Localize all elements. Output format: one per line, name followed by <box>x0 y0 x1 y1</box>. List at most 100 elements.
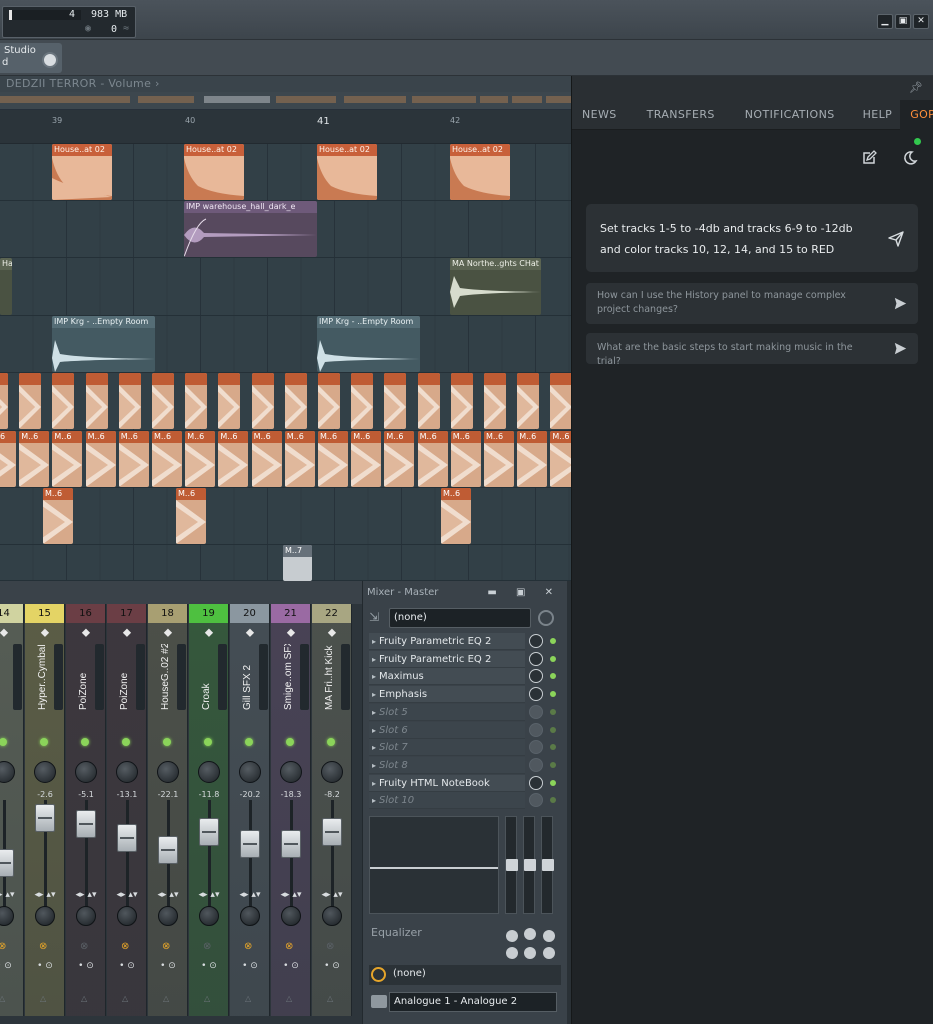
effect-slot[interactable]: Fruity Parametric EQ 2 <box>369 633 561 650</box>
pan-knob[interactable] <box>280 761 302 783</box>
send-icon[interactable] <box>888 231 904 247</box>
record-lamp-icon[interactable]: ⊗ <box>162 941 170 952</box>
effect-slot[interactable]: Slot 6 <box>369 721 561 739</box>
stereo-knob[interactable] <box>117 906 137 926</box>
pan-knob[interactable] <box>198 761 220 783</box>
effect-slot[interactable]: Fruity HTML NoteBook <box>369 774 561 792</box>
stereo-knob[interactable] <box>35 906 55 926</box>
phase-buttons[interactable]: • ⊙ <box>316 961 348 971</box>
mix-knob[interactable] <box>529 775 543 790</box>
mute-led[interactable] <box>245 738 253 746</box>
move-icon[interactable]: ⬥ <box>0 625 22 639</box>
tab-notifications[interactable]: NOTIFICATIONS <box>727 100 847 130</box>
stereo-knob[interactable] <box>0 906 14 926</box>
mixer-strip[interactable]: 21 ⬥ Smige..om SFX -18.3 ◂▸ ▴▾ ⊗ • ⊙ △ <box>271 604 311 1016</box>
suggestion-card[interactable]: How can I use the History panel to manag… <box>586 283 918 324</box>
mix-knob[interactable] <box>529 757 543 772</box>
phase-buttons[interactable]: • ⊙ <box>152 961 184 971</box>
volume-fader[interactable] <box>117 824 137 852</box>
volume-fader[interactable] <box>35 804 55 832</box>
pan-knob[interactable] <box>0 761 15 783</box>
mute-led[interactable] <box>327 738 335 746</box>
audio-clip[interactable] <box>118 373 141 429</box>
audio-clip[interactable] <box>284 373 307 429</box>
audio-clip[interactable] <box>52 373 75 429</box>
pan-knob[interactable] <box>116 761 138 783</box>
route-arrows[interactable]: ◂▸ ▴▾ <box>275 890 307 900</box>
stereo-knob[interactable] <box>199 906 219 926</box>
new-chat-icon[interactable] <box>861 150 877 166</box>
record-lamp-icon[interactable]: ⊗ <box>285 941 293 952</box>
audio-clip[interactable]: M..6 <box>517 431 548 487</box>
move-icon[interactable]: ⬥ <box>273 625 309 639</box>
audio-clip[interactable] <box>484 373 506 429</box>
mix-knob[interactable] <box>529 793 543 808</box>
record-lamp-icon[interactable]: ⊗ <box>80 941 88 952</box>
tab-gopher[interactable]: GOPHER <box>900 100 933 130</box>
audio-clip[interactable]: M..6 <box>450 431 481 487</box>
playlist-tracks[interactable]: House..at 02 House..at 02 House..at 02 H… <box>0 144 571 581</box>
route-arrows[interactable]: ◂▸ ▴▾ <box>316 890 348 900</box>
eq-high-fader[interactable] <box>541 816 554 914</box>
audio-clip[interactable]: M..6 <box>484 431 514 487</box>
move-icon[interactable]: ⬥ <box>68 625 104 639</box>
send-triangle-icon[interactable]: △ <box>40 994 46 1003</box>
audio-clip[interactable] <box>0 373 8 429</box>
mixer-strip[interactable]: 16 ⬥ PoiZone -5.1 ◂▸ ▴▾ ⊗ • ⊙ △ <box>66 604 106 1016</box>
output-select[interactable]: Analogue 1 - Analogue 2 <box>389 992 557 1012</box>
mix-knob[interactable] <box>529 740 543 755</box>
audio-clip[interactable] <box>19 373 42 429</box>
audio-clip[interactable]: M..6 <box>218 431 249 487</box>
route-arrows[interactable]: ◂▸ ▴▾ <box>234 890 266 900</box>
audio-clip[interactable]: M..6 <box>417 431 448 487</box>
effect-slot[interactable]: Maximus <box>369 668 561 686</box>
mute-led[interactable] <box>40 738 48 746</box>
eq-low-fader[interactable] <box>505 816 518 914</box>
route-arrows[interactable]: ◂▸ ▴▾ <box>193 890 225 900</box>
audio-clip[interactable]: House..at 02 <box>184 144 244 200</box>
route-arrows[interactable]: ◂▸ ▴▾ <box>29 890 61 900</box>
audio-clip[interactable] <box>85 373 108 429</box>
audio-clip[interactable] <box>318 373 340 429</box>
stereo-knob[interactable] <box>76 906 96 926</box>
phase-buttons[interactable]: • ⊙ <box>0 961 20 971</box>
latency-clock-icon[interactable] <box>538 610 554 626</box>
mix-knob[interactable] <box>529 687 543 702</box>
volume-fader[interactable] <box>0 849 14 877</box>
image-line-news-button[interactable]: Studio d <box>0 43 62 73</box>
eq-knob[interactable] <box>524 947 536 959</box>
track-lane[interactable] <box>0 488 571 545</box>
mix-knob[interactable] <box>529 651 543 666</box>
audio-clip[interactable]: IMP warehouse_hall_dark_e <box>184 201 317 257</box>
mixer-strip[interactable]: 20 ⬥ Gill SFX 2 -20.2 ◂▸ ▴▾ ⊗ • ⊙ △ <box>230 604 270 1016</box>
audio-clip[interactable]: M..6 <box>118 431 149 487</box>
phase-buttons[interactable]: • ⊙ <box>70 961 102 971</box>
eq-knob[interactable] <box>524 928 536 940</box>
suggestion-card[interactable]: What are the basic steps to start making… <box>586 333 918 367</box>
phase-buttons[interactable]: • ⊙ <box>234 961 266 971</box>
send-triangle-icon[interactable]: △ <box>204 994 210 1003</box>
enable-led[interactable] <box>550 761 556 768</box>
audio-clip[interactable] <box>185 373 208 429</box>
pan-knob[interactable] <box>75 761 97 783</box>
eq-knob[interactable] <box>506 930 518 942</box>
audio-clip[interactable]: M..6 <box>152 431 182 487</box>
pan-knob[interactable] <box>321 761 343 783</box>
volume-fader[interactable] <box>158 836 178 864</box>
stereo-knob[interactable] <box>158 906 178 926</box>
audio-clip[interactable]: M..6 <box>0 431 16 487</box>
send-triangle-icon[interactable]: △ <box>327 994 333 1003</box>
phase-buttons[interactable]: • ⊙ <box>275 961 307 971</box>
effect-slot[interactable]: Fruity Parametric EQ 2 <box>369 650 561 668</box>
record-lamp-icon[interactable]: ⊗ <box>203 941 211 952</box>
audio-clip[interactable] <box>218 373 241 429</box>
close-button[interactable]: ✕ <box>913 14 929 29</box>
eq-knob[interactable] <box>543 930 555 942</box>
send-triangle-icon[interactable]: △ <box>245 994 251 1003</box>
audio-clip[interactable]: House..at 02 <box>52 144 112 200</box>
move-icon[interactable]: ⬥ <box>109 625 145 639</box>
record-lamp-icon[interactable]: ⊗ <box>39 941 47 952</box>
send-icon[interactable] <box>894 342 907 355</box>
audio-clip[interactable]: M..6 <box>251 431 282 487</box>
route-arrows[interactable]: ◂▸ ▴▾ <box>152 890 184 900</box>
